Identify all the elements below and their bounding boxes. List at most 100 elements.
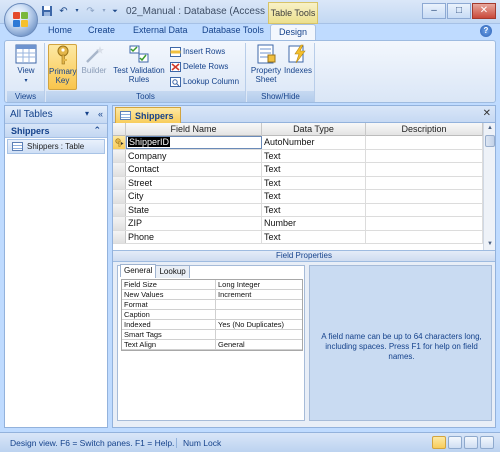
tab-lookup[interactable]: Lookup (155, 265, 190, 278)
lookup-column-button[interactable]: Lookup Column (170, 75, 239, 88)
property-row[interactable]: Indexed Yes (No Duplicates) (122, 320, 302, 330)
pivotchart-view-icon[interactable] (464, 436, 478, 449)
customize-toolbar-icon[interactable]: ⏷ (111, 5, 119, 18)
row-selector[interactable] (113, 190, 126, 203)
data-type-cell[interactable]: AutoNumber (262, 136, 366, 149)
status-text: Design view. F6 = Switch panes. F1 = Hel… (10, 438, 175, 448)
field-row[interactable]: Company Text (113, 149, 483, 163)
field-row[interactable]: ZIP Number (113, 217, 483, 231)
row-selector[interactable] (113, 203, 126, 216)
tab-home[interactable]: Home (48, 25, 72, 35)
property-row[interactable]: Field Size Long Integer (122, 280, 302, 290)
row-selector[interactable] (113, 136, 126, 149)
scroll-down-icon[interactable]: ▼ (485, 240, 495, 249)
field-name-cell[interactable]: ShipperID (126, 136, 262, 149)
row-selector[interactable] (113, 230, 126, 243)
data-type-cell[interactable]: Text (262, 163, 366, 176)
property-value[interactable]: Yes (No Duplicates) (216, 320, 302, 329)
primary-key-button[interactable]: Primary Key (48, 44, 77, 90)
redo-dropdown-icon[interactable]: ▾ (101, 5, 107, 18)
datasheet-view-icon[interactable] (432, 436, 446, 449)
builder-button[interactable]: Builder (79, 44, 109, 75)
scroll-thumb[interactable] (485, 135, 495, 147)
property-value[interactable] (216, 300, 302, 309)
field-name-cell[interactable]: ZIP (126, 217, 262, 230)
nav-dropdown-icon[interactable]: ▾ (85, 109, 89, 118)
minimize-button[interactable]: – (422, 3, 446, 19)
nav-header[interactable]: All Tables ▾ « (5, 106, 107, 124)
close-button[interactable]: ✕ (472, 3, 496, 19)
field-row[interactable]: Phone Text (113, 230, 483, 244)
field-row[interactable]: Street Text (113, 176, 483, 190)
tab-database-tools[interactable]: Database Tools (202, 25, 264, 35)
property-row[interactable]: Smart Tags (122, 330, 302, 340)
data-type-cell[interactable]: Text (262, 203, 366, 216)
field-grid: Field Name Data Type Description Shipper… (113, 123, 495, 250)
field-row[interactable]: State Text (113, 203, 483, 217)
field-row[interactable]: Contact Text (113, 163, 483, 177)
delete-rows-button[interactable]: Delete Rows (170, 60, 228, 73)
view-button[interactable]: View ▾ (10, 44, 42, 86)
insert-rows-button[interactable]: Insert Rows (170, 45, 225, 58)
tab-external-data[interactable]: External Data (133, 25, 188, 35)
property-value[interactable] (216, 330, 302, 339)
property-row[interactable]: Text Align General (122, 340, 302, 350)
field-name-cell[interactable]: Phone (126, 230, 262, 243)
indexes-button[interactable]: Indexes (283, 44, 313, 75)
property-sheet-button[interactable]: Property Sheet (250, 44, 282, 84)
field-row[interactable]: ShipperID AutoNumber (113, 136, 483, 150)
field-name-cell[interactable]: Company (126, 149, 262, 162)
property-row[interactable]: New Values Increment (122, 290, 302, 300)
row-selector[interactable] (113, 176, 126, 189)
row-selector[interactable] (113, 217, 126, 230)
scroll-up-icon[interactable]: ▲ (485, 124, 495, 133)
field-name-cell[interactable]: Contact (126, 163, 262, 176)
field-name-cell[interactable]: Street (126, 176, 262, 189)
indexes-lightning-icon (287, 44, 309, 64)
property-row[interactable]: Caption (122, 310, 302, 320)
field-row[interactable]: City Text (113, 190, 483, 204)
document-tab-shippers[interactable]: Shippers (115, 107, 181, 123)
property-row[interactable]: Format (122, 300, 302, 310)
close-document-icon[interactable]: ✕ (483, 108, 491, 119)
property-value[interactable]: General (216, 340, 302, 349)
field-name-cell[interactable]: City (126, 190, 262, 203)
save-icon[interactable] (40, 5, 53, 18)
description-cell[interactable] (366, 136, 483, 149)
data-type-cell[interactable]: Text (262, 176, 366, 189)
description-cell[interactable] (366, 190, 483, 203)
property-value[interactable]: Increment (216, 290, 302, 299)
help-icon[interactable]: ? (480, 25, 492, 37)
description-cell[interactable] (366, 163, 483, 176)
test-validation-rules-button[interactable]: Test Validation Rules (110, 44, 168, 84)
data-type-cell[interactable]: Number (262, 217, 366, 230)
tab-design[interactable]: Design (270, 24, 316, 41)
design-view-icon[interactable] (480, 436, 494, 449)
data-type-cell[interactable]: Text (262, 190, 366, 203)
maximize-button[interactable]: □ (447, 3, 471, 19)
undo-icon[interactable]: ↶ (57, 5, 70, 18)
nav-group-shippers[interactable]: Shippers ⌃ (5, 124, 107, 138)
description-cell[interactable] (366, 203, 483, 216)
grid-scrollbar[interactable]: ▲ ▼ (483, 123, 495, 250)
undo-dropdown-icon[interactable]: ▾ (74, 5, 80, 18)
shutter-bar-close-icon[interactable]: « (98, 109, 103, 119)
property-value[interactable]: Long Integer (216, 280, 302, 289)
nav-item-shippers-table[interactable]: Shippers : Table (7, 139, 105, 154)
field-name-cell[interactable]: State (126, 203, 262, 216)
pivottable-view-icon[interactable] (448, 436, 462, 449)
row-selector[interactable] (113, 149, 126, 162)
office-button[interactable] (4, 3, 38, 37)
property-value[interactable] (216, 310, 302, 319)
group-collapse-icon[interactable]: ⌃ (93, 125, 101, 136)
description-cell[interactable] (366, 149, 483, 162)
description-cell[interactable] (366, 176, 483, 189)
data-type-cell[interactable]: Text (262, 230, 366, 243)
tab-general[interactable]: General (120, 264, 157, 277)
data-type-cell[interactable]: Text (262, 149, 366, 162)
redo-icon[interactable]: ↷ (84, 5, 97, 18)
row-selector[interactable] (113, 163, 126, 176)
description-cell[interactable] (366, 217, 483, 230)
tab-create[interactable]: Create (88, 25, 115, 35)
description-cell[interactable] (366, 230, 483, 243)
